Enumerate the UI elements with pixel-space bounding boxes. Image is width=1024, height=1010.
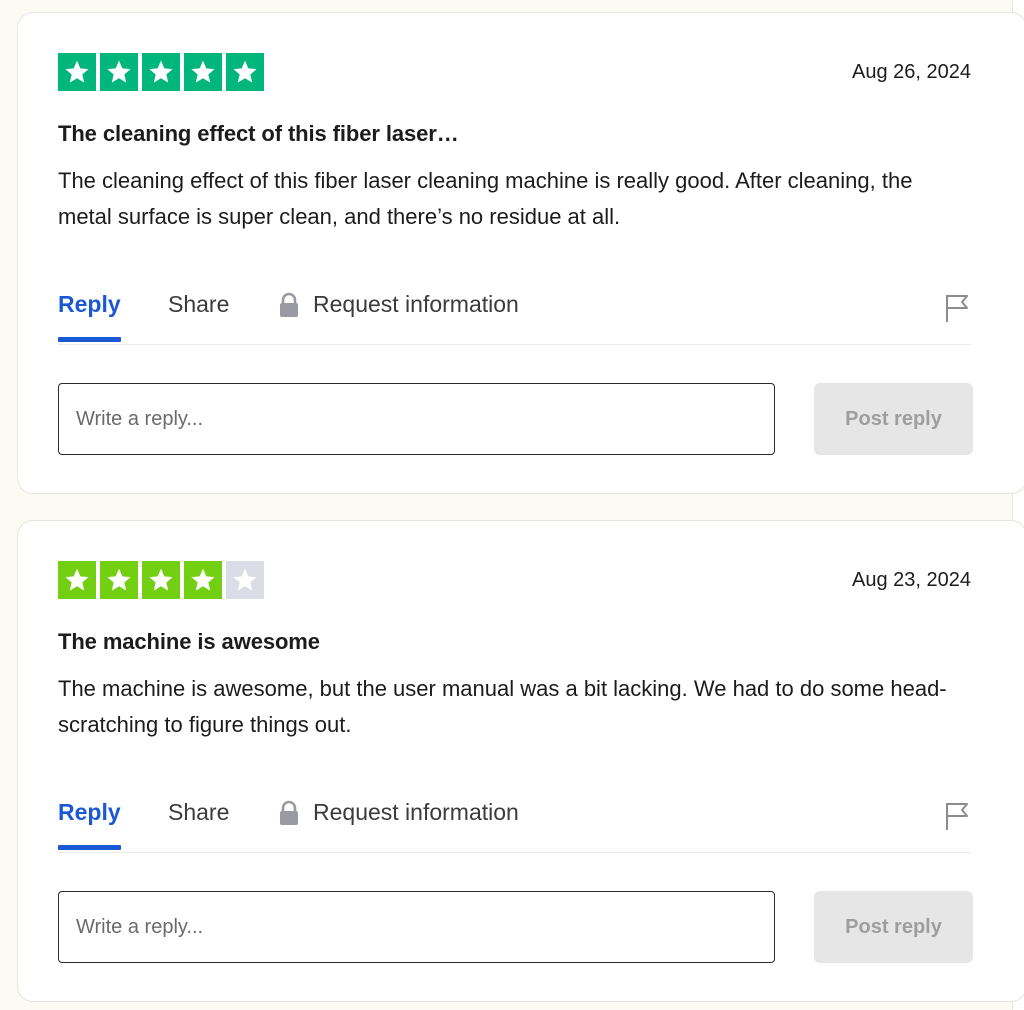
- request-information-tab[interactable]: Request information: [277, 799, 519, 826]
- star-icon: [184, 53, 222, 91]
- star-icon: [58, 561, 96, 599]
- share-tab[interactable]: Share: [168, 799, 229, 826]
- star-icon: [226, 561, 264, 599]
- review-date: Aug 23, 2024: [852, 569, 971, 591]
- review-actions: Reply Share Request information: [58, 283, 971, 345]
- review-card: Aug 26, 2024 The cleaning effect of this…: [17, 12, 1024, 494]
- review-body: The cleaning effect of this fiber laser …: [58, 168, 913, 229]
- star-rating: [58, 561, 264, 599]
- star-icon: [184, 561, 222, 599]
- review-body: The machine is awesome, but the user man…: [58, 676, 947, 737]
- flag-icon[interactable]: [943, 293, 971, 323]
- request-information-label: Request information: [313, 799, 519, 825]
- reply-tab[interactable]: Reply: [58, 799, 121, 850]
- review-date: Aug 26, 2024: [852, 61, 971, 83]
- review-actions: Reply Share Request information: [58, 791, 971, 853]
- reply-tab[interactable]: Reply: [58, 291, 121, 342]
- flag-icon[interactable]: [943, 801, 971, 831]
- reviews-page: Aug 26, 2024 The cleaning effect of this…: [0, 0, 1024, 1010]
- reply-input[interactable]: [58, 383, 775, 455]
- lock-icon: [277, 292, 301, 318]
- star-icon: [100, 53, 138, 91]
- request-information-tab[interactable]: Request information: [277, 291, 519, 318]
- post-reply-button[interactable]: Post reply: [814, 891, 973, 963]
- star-icon: [58, 53, 96, 91]
- star-rating: [58, 53, 264, 91]
- star-icon: [142, 561, 180, 599]
- lock-icon: [277, 800, 301, 826]
- post-reply-button[interactable]: Post reply: [814, 383, 973, 455]
- review-title: The machine is awesome: [58, 629, 320, 654]
- review-title: The cleaning effect of this fiber laser…: [58, 121, 459, 146]
- share-tab[interactable]: Share: [168, 291, 229, 318]
- star-icon: [142, 53, 180, 91]
- review-card: Aug 23, 2024 The machine is awesome The …: [17, 520, 1024, 1002]
- star-icon: [100, 561, 138, 599]
- star-icon: [226, 53, 264, 91]
- reply-input[interactable]: [58, 891, 775, 963]
- request-information-label: Request information: [313, 291, 519, 317]
